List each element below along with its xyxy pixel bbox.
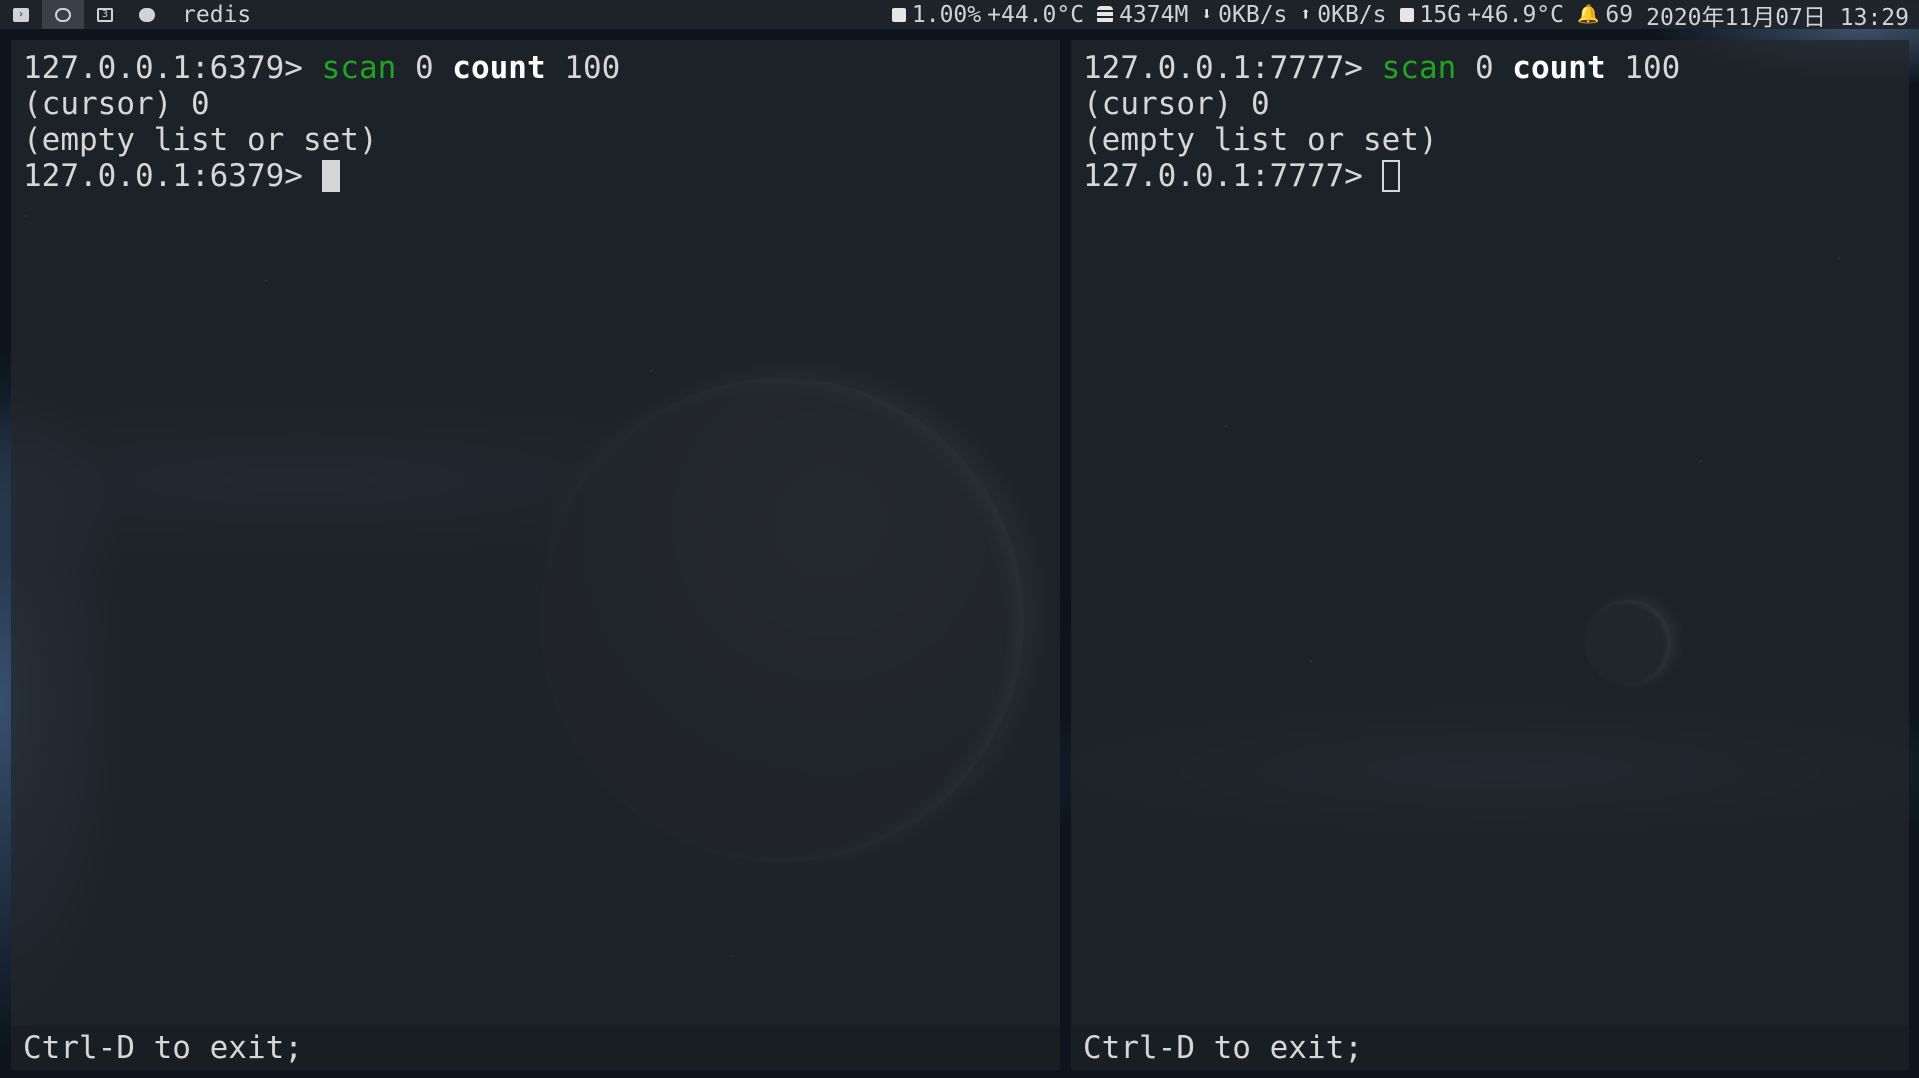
prompt: 127.0.0.1:6379> (23, 50, 322, 86)
clock[interactable]: 2020年11月07日 13:29 (1646, 0, 1909, 32)
disk-icon (1399, 7, 1414, 22)
workspace-3-icon: 3 (97, 7, 113, 22)
terminal-icon: › (13, 7, 29, 22)
input-line[interactable]: 127.0.0.1:7777> (1083, 158, 1897, 194)
input-line[interactable]: 127.0.0.1:6379> (23, 158, 1048, 194)
workspace-3[interactable]: 3 (84, 0, 126, 29)
command-option: count (452, 50, 546, 86)
disk-status[interactable]: 15G +46.9°C (1399, 1, 1564, 28)
datetime-value: 2020年11月07日 13:29 (1646, 4, 1909, 31)
net-up-status[interactable]: ⬆ 0KB/s (1300, 2, 1386, 28)
status-modules: 1.00% +44.0°C 4374M ⬇ 0KB/s ⬆ 0KB/s 15G … (891, 0, 1909, 32)
command-option: count (1512, 50, 1606, 86)
cloud-icon (139, 7, 155, 22)
command-arg: 100 (1624, 50, 1681, 86)
arrow-up-icon: ⬆ (1300, 4, 1312, 25)
terminal-pane-left[interactable]: 127.0.0.1:6379> scan 0 count 100 (cursor… (11, 40, 1060, 1070)
arrow-down-icon: ⬇ (1201, 4, 1213, 25)
text-cursor (1381, 160, 1400, 192)
cpu-status[interactable]: 1.00% +44.0°C (891, 1, 1085, 28)
command-arg: 0 (414, 50, 434, 86)
disk-temp: +46.9°C (1467, 1, 1564, 28)
command-name: scan (1381, 50, 1457, 86)
prompt: 127.0.0.1:6379> (23, 158, 322, 194)
prompt: 127.0.0.1:7777> (1083, 158, 1382, 194)
window-title: redis (182, 1, 252, 28)
exit-hint: Ctrl-D to exit; (11, 1026, 1060, 1070)
top-status-bar: › 3 redis 1.00% +44.0°C 4374M ⬇ 0KB/s ⬆ … (0, 0, 1919, 32)
notification-status[interactable]: 🔔 69 (1577, 2, 1633, 28)
cpu-temp: +44.0°C (987, 1, 1085, 28)
workspace-cloud[interactable] (126, 0, 168, 29)
output-line: (cursor) 0 (1083, 86, 1270, 122)
output-line: (empty list or set) (23, 122, 378, 158)
bell-icon: 🔔 (1577, 4, 1600, 25)
database-icon (1097, 5, 1114, 24)
command-name: scan (321, 50, 397, 86)
output-line: (empty list or set) (1083, 122, 1438, 158)
notification-count: 69 (1605, 1, 1634, 28)
terminal-pane-right[interactable]: 127.0.0.1:7777> scan 0 count 100 (cursor… (1071, 40, 1909, 1070)
prompt: 127.0.0.1:7777> (1083, 50, 1382, 86)
command-arg: 100 (564, 50, 621, 86)
command-line: 127.0.0.1:7777> scan 0 count 100 (1083, 50, 1897, 86)
workspace-coffee[interactable] (42, 0, 84, 29)
cpu-usage: 1.00% (911, 1, 982, 28)
disk-value: 15G (1419, 1, 1462, 28)
coffee-icon (55, 7, 71, 22)
cpu-icon (891, 7, 906, 22)
net-up-value: 0KB/s (1317, 1, 1387, 28)
command-arg: 0 (1474, 50, 1494, 86)
memory-value: 4374M (1119, 1, 1189, 28)
net-down-status[interactable]: ⬇ 0KB/s (1201, 2, 1287, 28)
output-line: (cursor) 0 (23, 86, 210, 122)
text-cursor (321, 160, 340, 192)
workspace-terminal[interactable]: › (0, 0, 42, 29)
exit-hint: Ctrl-D to exit; (1071, 1026, 1909, 1070)
memory-status[interactable]: 4374M (1097, 2, 1188, 28)
command-line: 127.0.0.1:6379> scan 0 count 100 (23, 50, 1048, 86)
net-down-value: 0KB/s (1218, 1, 1288, 28)
